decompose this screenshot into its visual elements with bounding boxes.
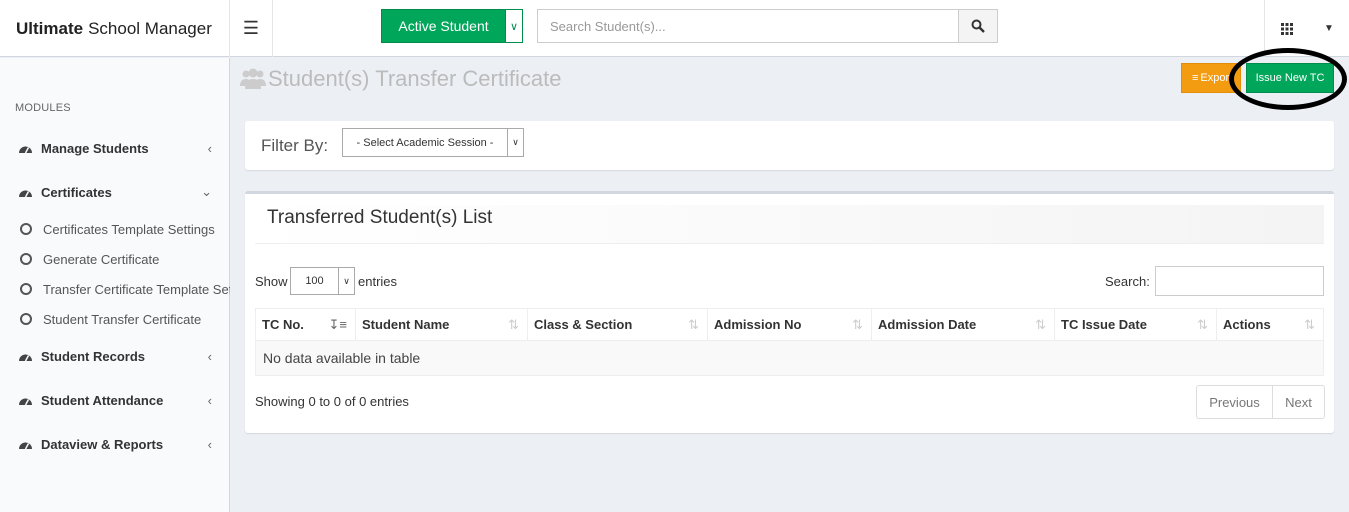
caret-down-icon: ▼ <box>1324 23 1334 34</box>
sidebar-section-label: MODULES <box>15 102 71 114</box>
app-title-rest: School Manager <box>88 18 212 38</box>
column-header-student-name[interactable]: Student Name ⇅ <box>356 309 528 340</box>
chevron-down-icon: ∨ <box>507 129 523 156</box>
sort-icon: ⇅ <box>852 316 863 332</box>
sidebar-item-dataview-reports[interactable]: Dataview & Reports ‹ <box>0 422 230 466</box>
user-menu-button[interactable]: ▼ <box>1309 0 1349 57</box>
column-header-admission-date[interactable]: Admission Date ⇅ <box>872 309 1055 340</box>
sidebar-toggle-button[interactable]: ☰ <box>230 0 273 57</box>
sidebar-subitem-certificates-template-settings[interactable]: Certificates Template Settings <box>0 214 230 244</box>
column-header-tc-issue-date[interactable]: TC Issue Date ⇅ <box>1055 309 1217 340</box>
export-label: Export <box>1200 72 1233 84</box>
chevron-left-icon: ‹ <box>207 392 212 408</box>
pagination: Previous Next <box>1196 385 1325 419</box>
entries-length-value: 100 <box>305 275 324 287</box>
show-label: Show <box>255 274 288 289</box>
sidebar-item-student-attendance[interactable]: Student Attendance ‹ <box>0 378 230 422</box>
sort-asc-icon: ↧≡ <box>328 316 347 332</box>
list-icon: ≡ <box>1192 72 1199 84</box>
academic-session-select[interactable]: - Select Academic Session - ∨ <box>342 128 524 157</box>
search-button[interactable] <box>958 9 998 43</box>
hamburger-icon: ☰ <box>242 18 260 38</box>
top-header: Ultimate School Manager ☰ Active Student… <box>0 0 1349 57</box>
page-title-text: Student(s) Transfer Certificate <box>268 66 562 91</box>
circle-icon <box>20 253 32 265</box>
column-header-class-section[interactable]: Class & Section ⇅ <box>528 309 708 340</box>
active-student-label: Active Student <box>398 18 489 34</box>
sidebar-subitem-label: Transfer Certificate Template Settings <box>43 281 230 297</box>
next-page-button[interactable]: Next <box>1273 386 1324 418</box>
table-empty-row: No data available in table <box>255 341 1324 376</box>
search-icon <box>971 19 985 33</box>
page-title: Student(s) Transfer Certificate <box>240 66 561 92</box>
dashboard-icon <box>18 350 34 362</box>
sidebar-subitem-tc-template-settings[interactable]: Transfer Certificate Template Settings <box>0 274 230 304</box>
sort-icon: ⇅ <box>1304 316 1315 332</box>
table-header: TC No. ↧≡ Student Name ⇅ Class & Section… <box>255 308 1324 341</box>
sidebar-item-label: Certificates <box>41 184 112 200</box>
sidebar-subitem-label: Generate Certificate <box>43 251 160 267</box>
sidebar-item-manage-students[interactable]: Manage Students ‹ <box>0 126 230 170</box>
chevron-down-icon: ⌄ <box>201 184 212 199</box>
sidebar-item-label: Dataview & Reports <box>41 436 164 452</box>
active-student-dropdown[interactable]: Active Student ∨ <box>381 9 523 43</box>
chevron-left-icon: ‹ <box>207 348 212 364</box>
academic-session-value: - Select Academic Session - <box>356 136 494 149</box>
users-icon <box>240 68 266 90</box>
dashboard-icon <box>18 142 34 154</box>
app-title-bold: Ultimate <box>16 18 84 38</box>
table-search-label: Search: <box>1105 274 1150 289</box>
chevron-down-icon: ∨ <box>338 268 354 294</box>
chevron-left-icon: ‹ <box>207 140 212 156</box>
sidebar-subitem-label: Certificates Template Settings <box>43 221 215 237</box>
panel-header: Transferred Student(s) List <box>255 205 1324 244</box>
sidebar-subitem-student-transfer-certificate[interactable]: Student Transfer Certificate <box>0 304 230 334</box>
circle-icon <box>20 283 32 295</box>
table-search-input[interactable] <box>1155 266 1324 296</box>
entries-label: entries <box>358 274 398 289</box>
table-info: Showing 0 to 0 of 0 entries <box>255 394 409 409</box>
filter-panel: Filter By: - Select Academic Session - ∨ <box>245 121 1334 170</box>
sort-icon: ⇅ <box>1197 316 1208 332</box>
dashboard-icon <box>18 394 34 406</box>
sidebar-item-label: Manage Students <box>41 140 149 156</box>
filter-label: Filter By: <box>261 136 329 155</box>
chevron-down-icon[interactable]: ∨ <box>505 10 522 42</box>
transferred-students-panel: Transferred Student(s) List Show 100 ∨ e… <box>245 191 1334 433</box>
circle-icon <box>20 313 32 325</box>
chevron-left-icon: ‹ <box>207 436 212 452</box>
sidebar-subitem-label: Student Transfer Certificate <box>43 311 202 327</box>
sidebar-item-certificates[interactable]: Certificates ⌄ <box>0 170 230 214</box>
sidebar-item-student-records[interactable]: Student Records ‹ <box>0 334 230 378</box>
column-header-admission-no[interactable]: Admission No ⇅ <box>708 309 872 340</box>
sidebar-subitem-generate-certificate[interactable]: Generate Certificate <box>0 244 230 274</box>
entries-length-select[interactable]: 100 ∨ <box>290 267 355 295</box>
sort-icon: ⇅ <box>1035 316 1046 332</box>
apps-button[interactable] <box>1264 0 1309 57</box>
grid-icon <box>1281 22 1293 35</box>
sidebar-item-label: Student Records <box>41 348 146 364</box>
app-logo[interactable]: Ultimate School Manager <box>0 0 230 57</box>
dashboard-icon <box>18 186 34 198</box>
panel-title: Transferred Student(s) List <box>267 207 493 228</box>
sidebar: MODULES Manage Students ‹ Certificates ⌄… <box>0 58 230 512</box>
column-header-tc-no[interactable]: TC No. ↧≡ <box>256 309 356 340</box>
previous-page-button[interactable]: Previous <box>1197 386 1273 418</box>
dashboard-icon <box>18 438 34 450</box>
sidebar-item-label: Student Attendance <box>41 392 164 408</box>
export-button[interactable]: ≡ Export <box>1181 63 1241 93</box>
column-header-actions[interactable]: Actions ⇅ <box>1217 309 1323 340</box>
student-search-input[interactable]: Search Student(s)... <box>537 9 959 43</box>
sort-icon: ⇅ <box>688 316 699 332</box>
sort-icon: ⇅ <box>508 316 519 332</box>
circle-icon <box>20 223 32 235</box>
issue-new-tc-button[interactable]: Issue New TC <box>1246 63 1334 93</box>
